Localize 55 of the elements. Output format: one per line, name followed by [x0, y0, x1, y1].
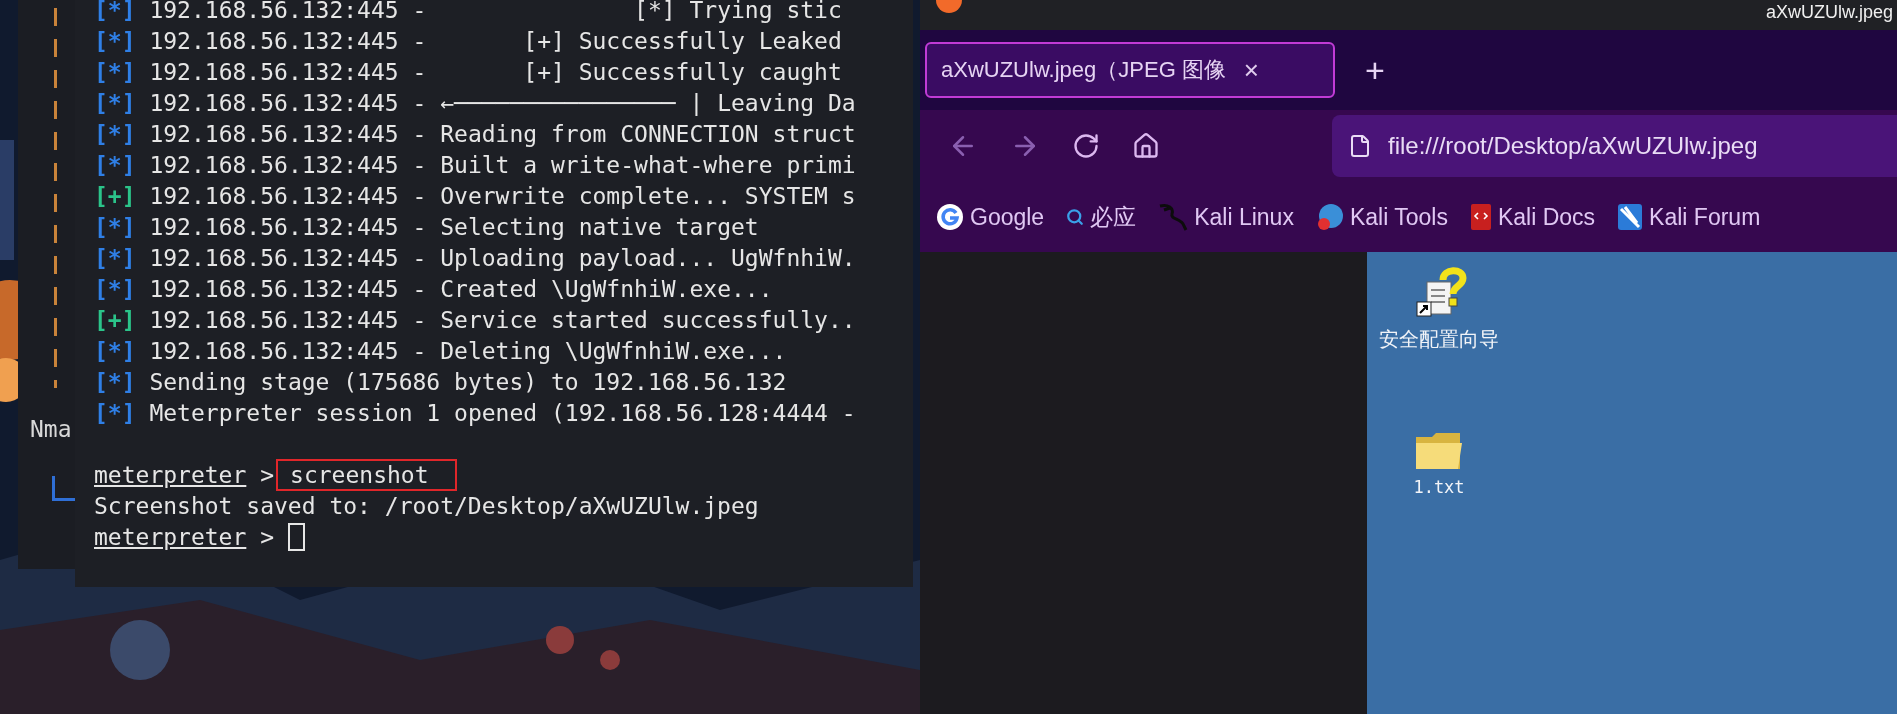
bookmark-link[interactable]: Kali Linux	[1158, 202, 1294, 232]
terminal-text: Nma	[30, 416, 73, 442]
status-marker: [*]	[94, 244, 136, 271]
status-marker: [*]	[94, 27, 136, 54]
prompt-sign: >	[259, 461, 275, 488]
terminal-line: 192.168.56.132:445 - Service started successfully..	[148, 306, 856, 333]
terminal-line: 192.168.56.132:445 - [+] Successfully Leaked	[148, 27, 842, 54]
status-marker: [*]	[94, 275, 136, 302]
terminal-line: 192.168.56.132:445 - Deleting \UgWfnhiW.exe...	[148, 337, 787, 364]
terminal-line: 192.168.56.132:445 - [*] Trying stic	[148, 0, 842, 23]
status-marker: [*]	[94, 0, 136, 23]
icon-label: 安全配置向导	[1379, 326, 1499, 353]
file-icon	[1348, 134, 1372, 158]
terminal-line: 192.168.56.132:445 - Selecting native target	[148, 213, 759, 240]
status-marker: [*]	[94, 337, 136, 364]
terminal-line: Meterpreter session 1 opened (192.168.56.128:4444 -	[148, 399, 856, 426]
search-icon	[1066, 208, 1085, 226]
terminal-line: 192.168.56.132:445 - Overwrite complete... SYSTEM s	[148, 182, 856, 209]
bookmark-link[interactable]: Kali Tools	[1315, 203, 1448, 231]
status-marker: [*]	[94, 89, 136, 116]
terminal-line: 192.168.56.132:445 - ←──────────────── | Leaving Da	[148, 89, 856, 116]
address-field[interactable]: file:///root/Desktop/aXwUZUlw.jpeg	[1332, 115, 1897, 177]
bookmark-link[interactable]: Kali Docs	[1469, 203, 1596, 231]
command-text: screenshot	[278, 460, 455, 489]
status-marker: [*]	[94, 368, 136, 395]
window-title: aXwUZUlw.jpeg	[1765, 1, 1893, 23]
reload-icon[interactable]	[1072, 132, 1100, 160]
status-marker: [*]	[94, 58, 136, 85]
prompt-sign: >	[259, 523, 275, 550]
status-marker: [+]	[94, 182, 136, 209]
terminal-line: 192.168.56.132:445 - Built a write-what-where primi	[148, 151, 856, 178]
status-marker: [*]	[94, 120, 136, 147]
status-marker: [*]	[94, 151, 136, 178]
terminal-line: 192.168.56.132:445 - Reading from CONNECTION struct	[148, 120, 856, 147]
terminal-line: Sending stage (175686 bytes) to 192.168.56.132	[148, 368, 787, 395]
prompt-label: meterpreter	[94, 461, 247, 488]
terminal-line: 192.168.56.132:445 - Created \UgWfnhiW.exe...	[148, 275, 773, 302]
bookmark-link[interactable]: Kali Forum	[1617, 203, 1761, 231]
google-icon	[936, 203, 964, 231]
terminal-line: 192.168.56.132:445 - [+] Successfully caught	[148, 58, 842, 85]
terminal-line: Screenshot saved to: /root/Desktop/aXwUZUlw.jpeg	[94, 492, 759, 519]
book-icon	[1469, 203, 1492, 231]
new-tab-button[interactable]: +	[1365, 50, 1385, 90]
prompt-label: meterpreter	[94, 523, 247, 550]
bookmark-link[interactable]: Google	[936, 203, 1045, 231]
status-marker: [*]	[94, 213, 136, 240]
status-marker: [*]	[94, 399, 136, 426]
close-tab-button[interactable]: ×	[1243, 54, 1260, 86]
bookmark-link[interactable]: 必应	[1066, 201, 1137, 233]
home-icon[interactable]	[1132, 132, 1160, 160]
terminal-line: 192.168.56.132:445 - Uploading payload... UgWfnhiW.	[148, 244, 856, 271]
browser-tab[interactable]: aXwUZUlw.jpeg（JPEG 图像 ×	[925, 42, 1335, 98]
icon-label: 1.txt	[1413, 477, 1465, 497]
forum-icon	[1617, 203, 1644, 231]
status-marker: [+]	[94, 306, 136, 333]
